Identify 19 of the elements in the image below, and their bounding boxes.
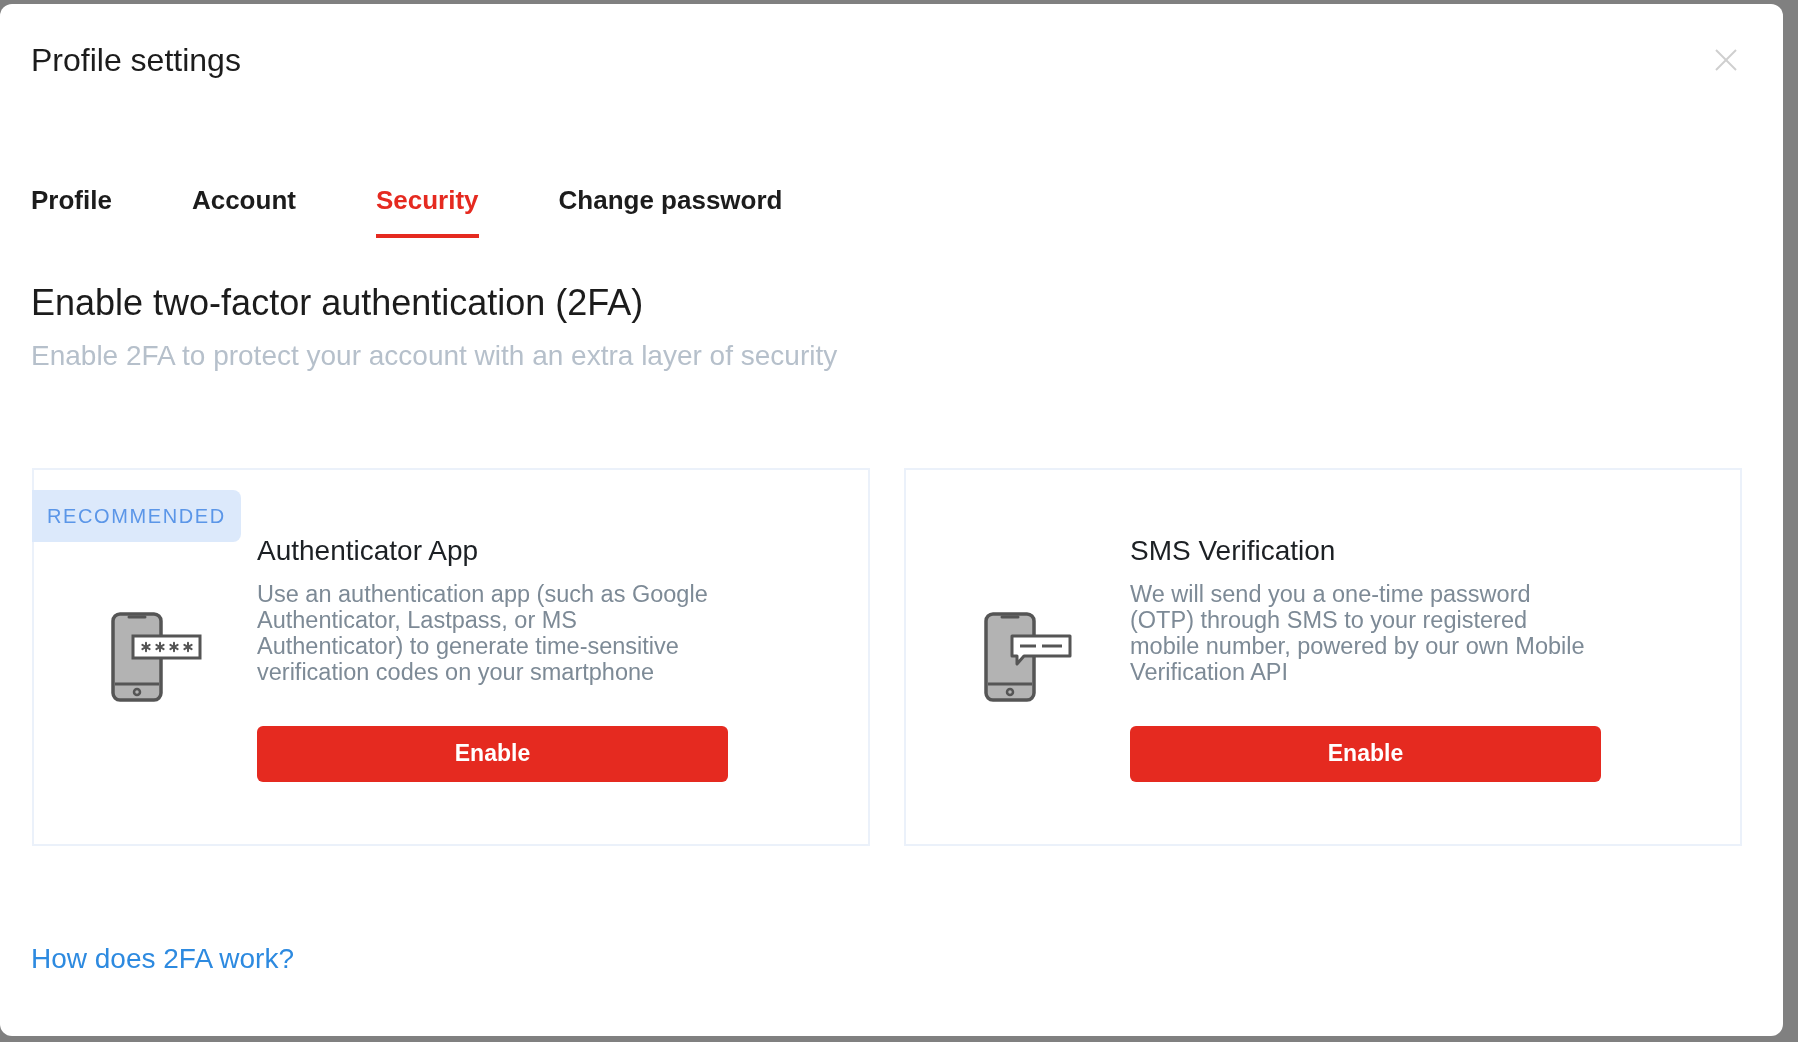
method-title: Authenticator App bbox=[257, 534, 479, 567]
close-button[interactable] bbox=[1715, 49, 1737, 71]
section-heading: Enable two-factor authentication (2FA) bbox=[31, 282, 644, 324]
method-title: SMS Verification bbox=[1130, 534, 1336, 567]
tab[interactable]: Security bbox=[375, 185, 479, 238]
tab[interactable]: Account bbox=[191, 185, 296, 238]
enable-button[interactable]: Enable bbox=[1130, 725, 1601, 782]
tab[interactable]: Profile bbox=[31, 185, 112, 238]
dialog-title: Profile settings bbox=[31, 42, 241, 78]
enable-button[interactable]: Enable bbox=[257, 725, 728, 782]
method-description: We will send you a one-time password (OTP) through SMS to your registered mobile number, powered by our own Mobile Verification API bbox=[1130, 580, 1586, 685]
section-subheading: Enable 2FA to protect your account with an extra layer of security bbox=[31, 340, 838, 372]
phone-password-icon bbox=[111, 612, 202, 702]
close-icon bbox=[1715, 49, 1737, 71]
method-description: Use an authentication app (such as Google Authenticator, Lastpass, or MS Authenticator) to generate time-sensitive verification codes on your smartphone bbox=[257, 580, 709, 685]
recommended-badge: RECOMMENDED bbox=[32, 490, 241, 542]
tab[interactable]: Change password bbox=[558, 185, 783, 238]
phone-message-icon bbox=[984, 612, 1072, 702]
help-link[interactable]: How does 2FA work? bbox=[31, 943, 295, 975]
